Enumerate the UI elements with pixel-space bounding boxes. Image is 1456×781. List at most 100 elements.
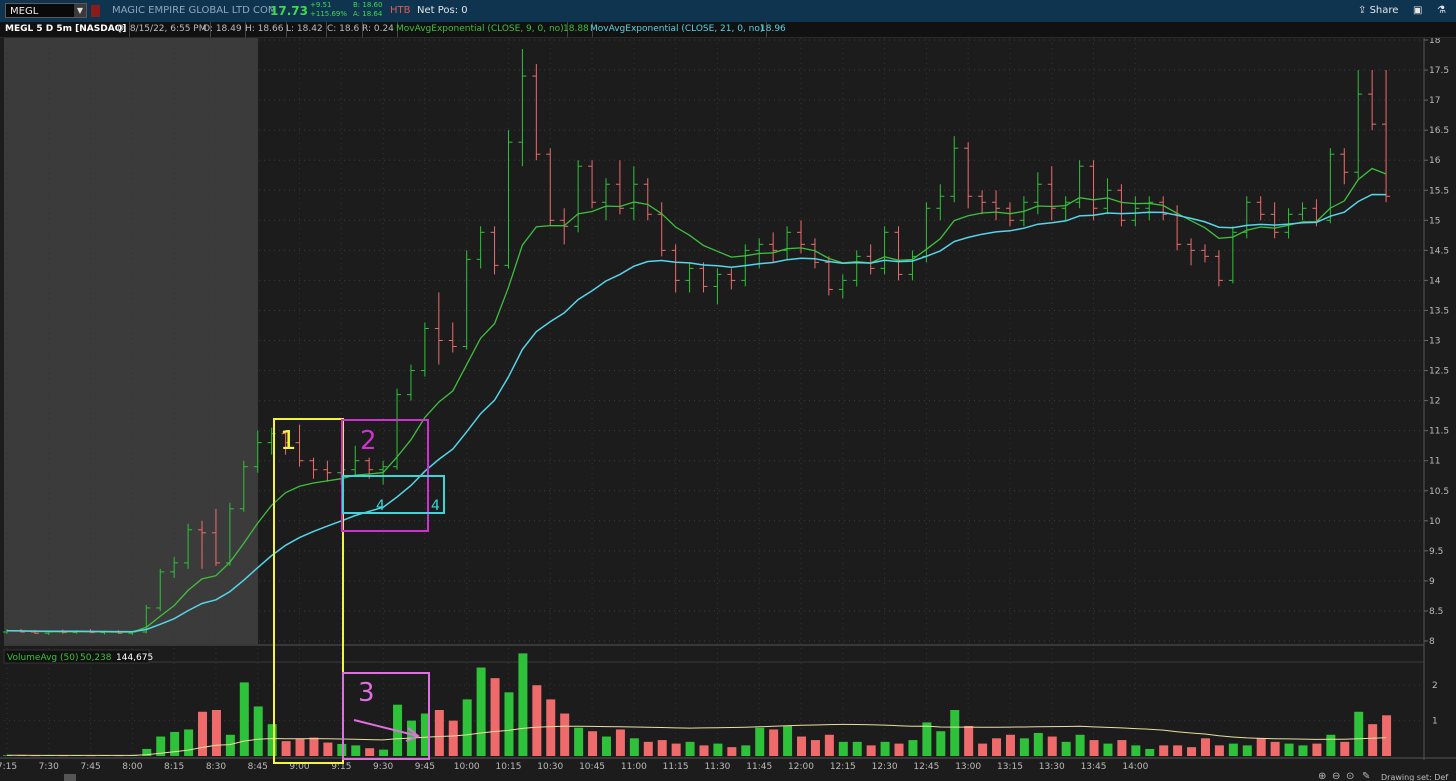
volume-bar xyxy=(267,724,277,756)
volume-bar xyxy=(769,729,779,756)
volume-bar xyxy=(1214,745,1224,756)
flask-icon[interactable]: ⚗ xyxy=(1437,0,1446,22)
price-tick-label: 17 xyxy=(1429,96,1440,106)
price-tick-label: 14 xyxy=(1429,276,1441,286)
volume-bar xyxy=(239,682,249,756)
volume-bar xyxy=(964,725,974,756)
price-tick-label: 13.5 xyxy=(1429,306,1449,316)
pct-change: +115.69% xyxy=(310,10,348,18)
time-tick-label: 10:00 xyxy=(454,762,480,772)
time-tick-label: 12:00 xyxy=(788,762,814,772)
volume-bar xyxy=(1033,733,1043,756)
chart-title[interactable]: MEGL 5 D 5m [NASDAQ] xyxy=(2,22,131,37)
share-icon: ⇪ xyxy=(1358,5,1370,16)
volume-bar xyxy=(1284,743,1294,756)
time-tick-label: 7:15 xyxy=(0,762,17,772)
volume-bar xyxy=(894,743,904,756)
volume-bar xyxy=(838,741,848,756)
drawing-set-label[interactable]: Drawing set: Def xyxy=(1381,773,1448,781)
time-tick-label: 9:30 xyxy=(373,762,393,772)
volume-bar xyxy=(978,743,988,756)
bar-date: D: 8/15/22, 6:55 PM xyxy=(114,22,211,37)
volume-bar xyxy=(685,741,695,756)
volume-bar xyxy=(992,738,1002,756)
ema9-label[interactable]: MovAvgExponential (CLOSE, 9, 0, no) xyxy=(393,22,568,37)
ask-price: A: 18.64 xyxy=(353,10,383,18)
volume-bar xyxy=(1242,745,1252,756)
price-tick-label: 12.5 xyxy=(1429,367,1449,377)
change-block: +9.51 +115.69% xyxy=(310,1,347,23)
time-tick-label: 12:45 xyxy=(913,762,939,772)
window-icon[interactable]: ▣ xyxy=(1413,0,1422,22)
volume-bar xyxy=(337,743,347,756)
volume-bar xyxy=(365,748,375,756)
bottom-tools[interactable]: ⊕ ⊖ ⊙ ✎ Drawing set: Def xyxy=(1318,771,1448,781)
volume-bar xyxy=(755,727,765,756)
price-tick-label: 9 xyxy=(1429,577,1435,587)
price-tick-label: 9.5 xyxy=(1429,547,1443,557)
volume-bar xyxy=(281,741,291,756)
volume-bar xyxy=(574,727,584,756)
annotation-4-label-b: 4 xyxy=(431,498,440,514)
symbol-input[interactable]: MEGL ▼ xyxy=(5,3,87,18)
volume-bar xyxy=(532,685,542,756)
reset-icon[interactable]: ⊙ xyxy=(1346,771,1354,781)
volume-bar xyxy=(560,713,570,756)
time-tick-label: 14:00 xyxy=(1122,762,1148,772)
time-tick-label: 13:15 xyxy=(997,762,1023,772)
scrollbar-thumb[interactable] xyxy=(64,774,76,781)
volume-bar xyxy=(1298,745,1308,756)
time-tick-label: 7:45 xyxy=(80,762,100,772)
volume-bar xyxy=(657,740,667,756)
price-tick-label: 15 xyxy=(1429,216,1440,226)
volume-bar xyxy=(462,699,472,756)
time-tick-label: 13:45 xyxy=(1081,762,1107,772)
ema21-label[interactable]: MovAvgExponential (CLOSE, 21, 0, no) xyxy=(587,22,768,37)
price-chart[interactable]: 88.599.51010.51111.51212.51313.51414.515… xyxy=(0,38,1456,781)
htb-badge: HTB xyxy=(390,5,411,16)
volume-bar xyxy=(643,741,653,756)
volume-bar xyxy=(1145,748,1155,756)
zoom-in-icon[interactable]: ⊕ xyxy=(1318,771,1326,781)
volume-bar xyxy=(1047,736,1057,756)
volume-bar xyxy=(936,731,946,756)
company-name: MAGIC EMPIRE GLOBAL LTD COM xyxy=(112,5,277,16)
annotation-4-label-a: 4 xyxy=(376,498,385,514)
price-tick-label: 18 xyxy=(1429,38,1441,46)
volume-bar xyxy=(448,720,458,756)
price-tick-label: 8.5 xyxy=(1429,607,1443,617)
volume-bar xyxy=(1089,740,1099,756)
chevron-down-icon[interactable]: ▼ xyxy=(74,4,86,17)
volume-study-label: VolumeAvg (50) xyxy=(7,653,78,663)
bid-ask-block: B: 18.60 A: 18.64 xyxy=(353,1,382,23)
zoom-out-icon[interactable]: ⊖ xyxy=(1332,771,1340,781)
volume-bar xyxy=(225,734,235,756)
volume-bar xyxy=(629,738,639,756)
volume-bar xyxy=(295,739,305,756)
share-button[interactable]: ⇪ Share xyxy=(1358,0,1398,22)
volume-bar xyxy=(1159,745,1169,756)
time-tick-label: 8:45 xyxy=(248,762,268,772)
net-position: Net Pos: 0 xyxy=(417,5,468,16)
bar-open: O: 18.49 xyxy=(200,22,246,37)
annotation-1-label: 1 xyxy=(280,426,297,456)
price-tick-label: 8 xyxy=(1429,637,1435,647)
volume-bar xyxy=(490,678,500,756)
price-tick-label: 12 xyxy=(1429,397,1440,407)
volume-bar xyxy=(824,734,834,756)
time-tick-label: 13:00 xyxy=(955,762,981,772)
time-tick-label: 10:30 xyxy=(537,762,563,772)
pencil-icon[interactable]: ✎ xyxy=(1362,771,1370,781)
volume-bar xyxy=(184,729,194,756)
volume-bar xyxy=(588,731,598,756)
annotation-3-label: 3 xyxy=(358,678,375,708)
ema21-value: 18.96 xyxy=(760,24,786,34)
volume-bar xyxy=(713,743,723,756)
alert-icon[interactable] xyxy=(91,5,100,17)
volume-bar xyxy=(615,729,625,756)
volume-bar xyxy=(1340,741,1350,756)
last-price: 17.73 xyxy=(270,4,308,18)
time-tick-label: 11:15 xyxy=(663,762,689,772)
volume-current-value: 144,675 xyxy=(116,653,153,663)
price-tick-label: 16.5 xyxy=(1429,126,1449,136)
